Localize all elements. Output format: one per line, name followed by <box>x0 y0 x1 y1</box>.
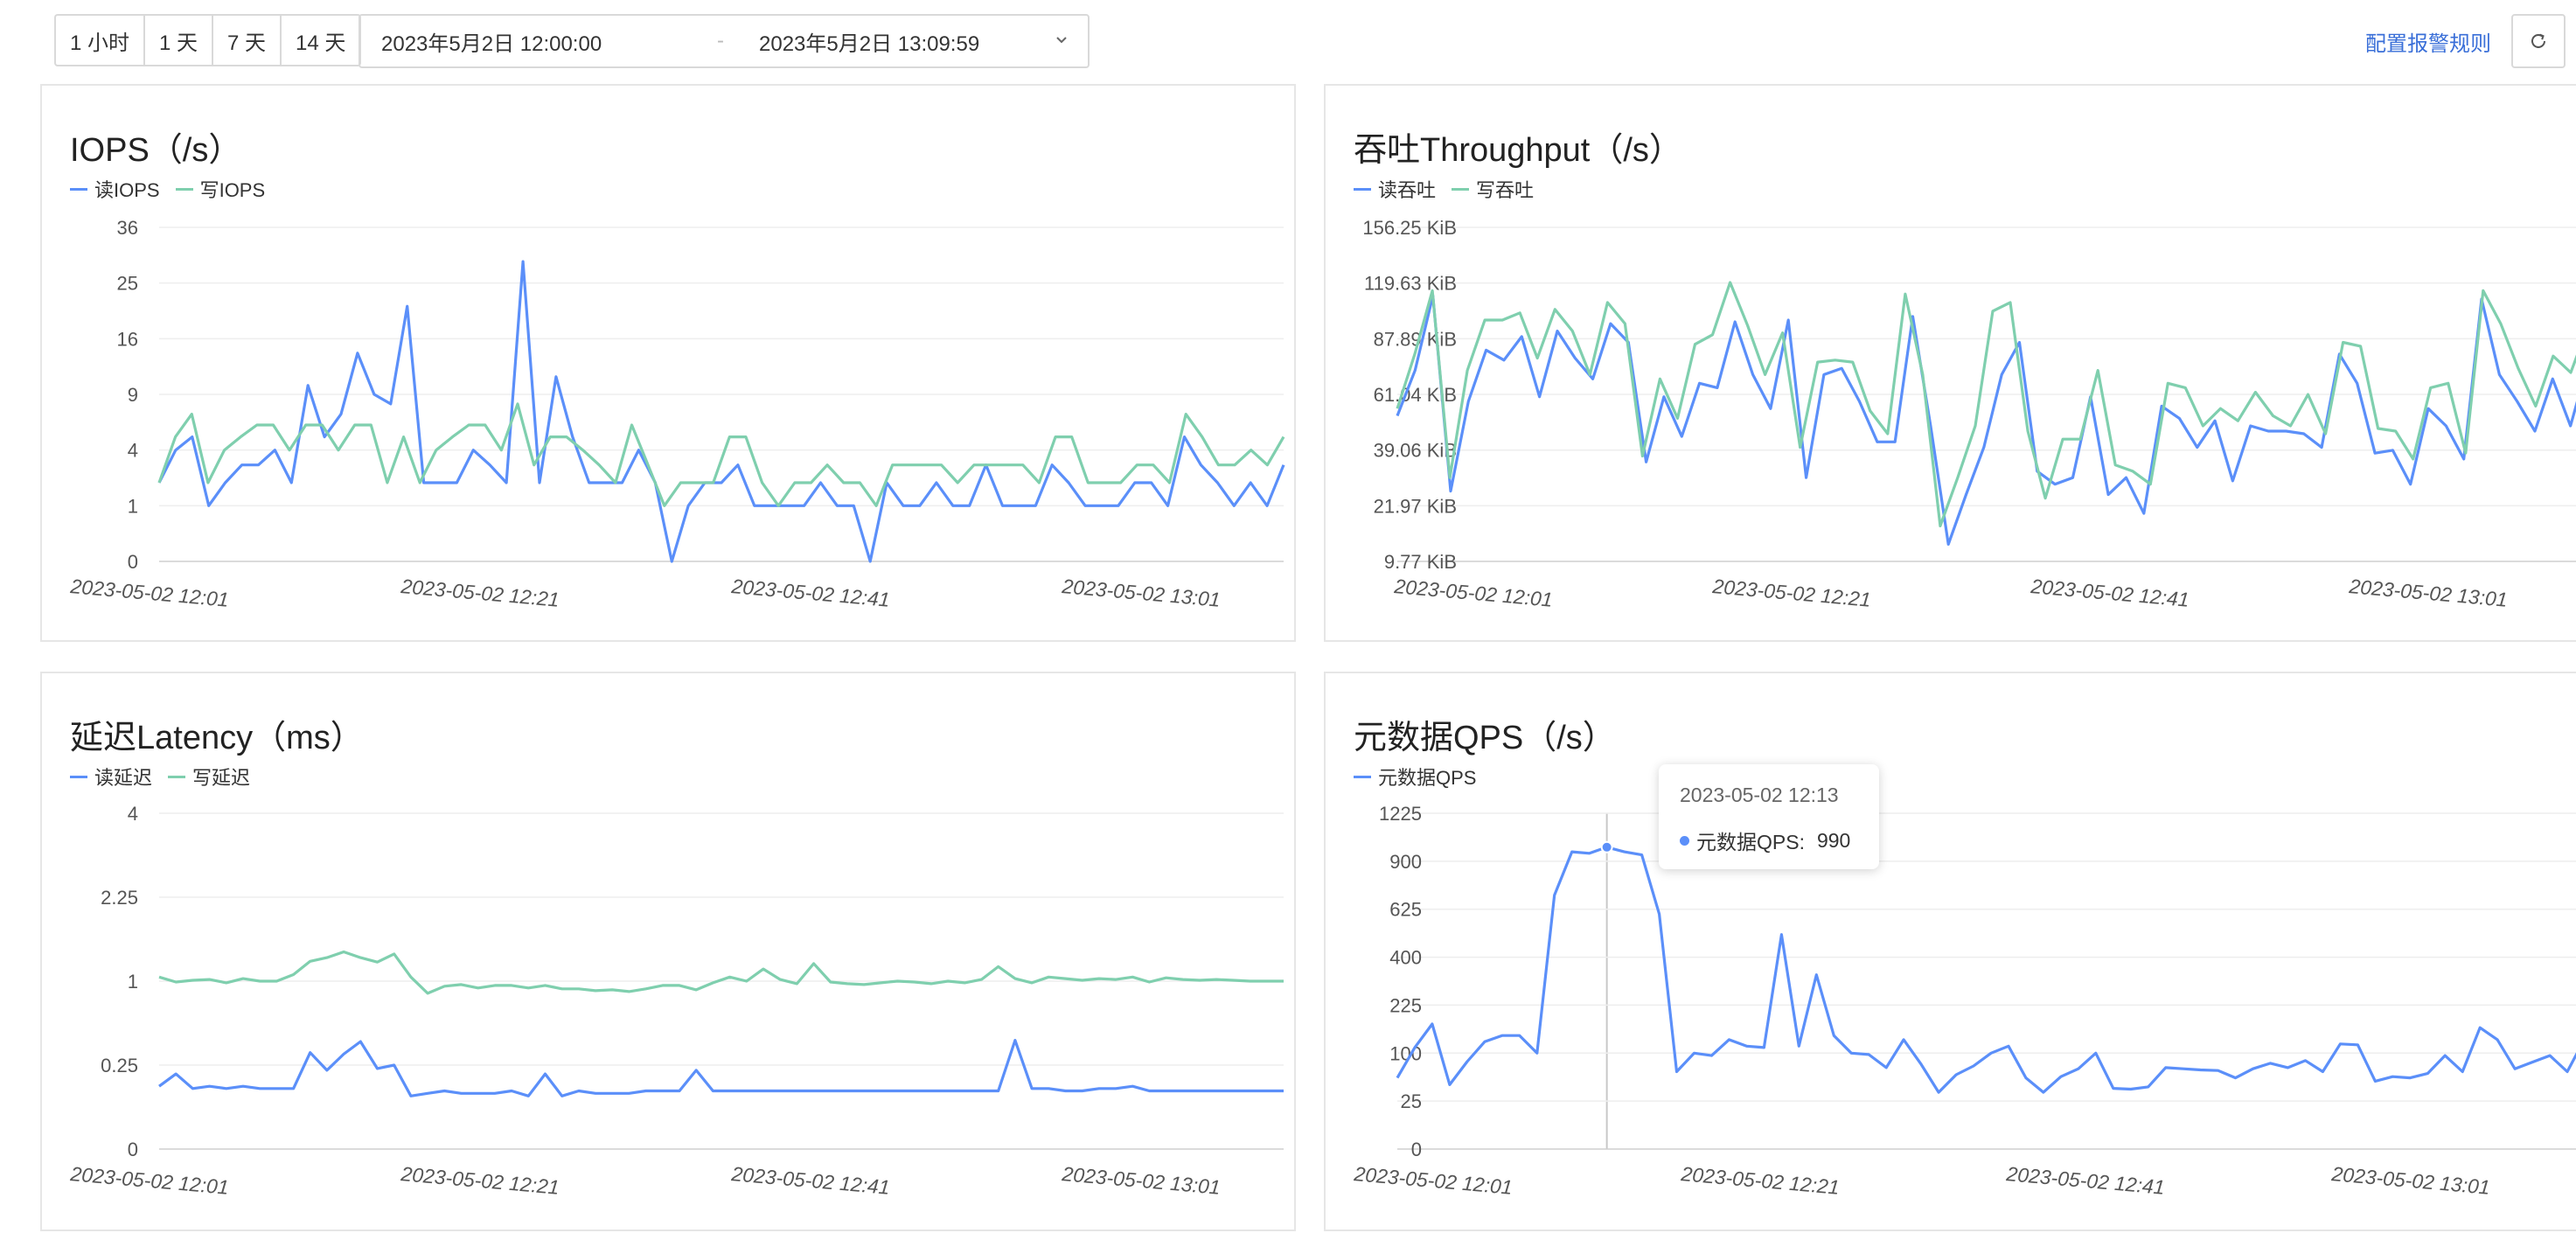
series-line-1 <box>158 1039 1284 1097</box>
x-tick-label: 2023-05-02 13:01 <box>2330 1162 2491 1199</box>
y-tick-label: 0 <box>1411 1139 1422 1160</box>
x-tick-label: 2023-05-02 12:41 <box>730 575 891 611</box>
range-button-14d[interactable]: 14 天 <box>280 14 362 66</box>
y-tick-label: 625 <box>1389 899 1422 921</box>
y-tick-label: 21.97 KiB <box>1374 495 1457 517</box>
range-button-1d[interactable]: 1 天 <box>143 14 212 66</box>
y-tick-label: 9.77 KiB <box>1384 551 1457 573</box>
time-range-toolbar: 1 小时 1 天 7 天 14 天 <box>54 14 362 68</box>
y-tick-label: 87.89 KiB <box>1374 328 1457 350</box>
x-tick-label: 2023-05-02 12:21 <box>1680 1162 1841 1199</box>
y-tick-label: 900 <box>1389 851 1422 873</box>
y-tick-label: 4 <box>128 803 138 825</box>
date-separator: - <box>717 29 724 52</box>
date-range-picker[interactable]: 2023年5月2日 12:00:00 - 2023年5月2日 13:09:59 <box>359 14 1090 68</box>
x-tick-label: 2023-05-02 12:01 <box>1393 575 1554 611</box>
y-tick-label: 25 <box>117 273 138 295</box>
y-tick-label: 0 <box>128 1139 138 1160</box>
x-tick-label: 2023-05-02 12:41 <box>2029 575 2190 611</box>
y-tick-label: 25 <box>1401 1090 1422 1112</box>
metadata-qps-panel: 元数据QPS（/s） 元数据QPS 0 25 100 225 400 625 900 1225… <box>1324 672 2576 1231</box>
x-tick-label: 2023-05-02 12:41 <box>2005 1162 2166 1199</box>
y-tick-label: 119.63 KiB <box>1364 273 1457 295</box>
y-tick-label: 156.25 KiB <box>1362 217 1457 239</box>
tooltip-marker <box>1680 835 1689 846</box>
iops-panel: IOPS（/s） 读IOPS 写IOPS 0 1 4 9 16 25 36 2023-05-0… <box>40 84 1296 642</box>
tooltip-label: 元数据QPS: <box>1696 831 1805 853</box>
x-tick-label: 2023-05-02 12:01 <box>69 575 230 611</box>
range-button-1h[interactable]: 1 小时 <box>54 14 144 66</box>
throughput-chart: 9.77 KiB 21.97 KiB 39.06 KiB 61.04 KiB 87.89… <box>1362 217 2576 611</box>
y-tick-label: 2.25 <box>101 887 138 909</box>
chevron-down-icon[interactable] <box>1053 31 1070 49</box>
y-tick-label: 36 <box>117 217 138 239</box>
y-tick-label: 0 <box>128 551 138 573</box>
y-tick-label: 1 <box>128 971 138 993</box>
y-tick-label: 39.06 KiB <box>1374 440 1457 462</box>
configure-alarm-rules-link[interactable]: 配置报警规则 <box>2365 26 2491 57</box>
tooltip-time: 2023-05-02 12:13 <box>1680 784 1839 806</box>
hover-point <box>1600 840 1613 853</box>
y-tick-label: 0.25 <box>101 1055 138 1076</box>
x-tick-label: 2023-05-02 13:01 <box>2348 575 2509 611</box>
chart-tooltip: 2023-05-02 12:13 元数据QPS: 990 <box>1659 764 1879 869</box>
iops-chart: 0 1 4 9 16 25 36 2023-05-02 12:01 2023-05-02 12:… <box>69 217 1285 611</box>
series-line-2 <box>157 402 1285 507</box>
series-line-1 <box>157 260 1285 563</box>
refresh-button[interactable] <box>2511 14 2566 68</box>
metadata-qps-chart: 02510022540062590012252023-05-02 12:01 20… <box>1353 803 2576 1199</box>
x-tick-label: 2023-05-02 12:41 <box>730 1162 891 1199</box>
y-tick-label: 1225 <box>1379 803 1422 825</box>
range-button-7d[interactable]: 7 天 <box>212 14 281 66</box>
x-tick-label: 2023-05-02 13:01 <box>1061 575 1222 611</box>
x-tick-label: 2023-05-02 12:21 <box>400 575 560 611</box>
refresh-icon <box>2531 33 2545 48</box>
y-tick-label: 9 <box>128 384 138 406</box>
tooltip-row: 元数据QPS: 990 <box>1680 825 1850 855</box>
x-tick-label: 2023-05-02 12:21 <box>400 1162 560 1199</box>
series-line-1 <box>1396 846 2576 1094</box>
latency-panel: 延迟Latency（ms） 读延迟 写延迟 0 0.25 1 2.25 4 2023-05… <box>40 672 1296 1231</box>
series-line-2 <box>1396 281 2576 527</box>
x-tick-label: 2023-05-02 12:01 <box>1353 1162 1514 1199</box>
start-time[interactable]: 2023年5月2日 12:00:00 <box>381 26 602 57</box>
y-tick-label: 4 <box>128 440 138 462</box>
y-tick-label: 1 <box>128 495 138 517</box>
y-tick-label: 16 <box>117 328 138 350</box>
x-tick-label: 2023-05-02 12:01 <box>69 1162 230 1199</box>
x-tick-label: 2023-05-02 12:21 <box>1711 575 1872 611</box>
latency-chart: 0 0.25 1 2.25 4 2023-05-02 12:01 2023-05-02 12… <box>69 803 1284 1199</box>
x-tick-label: 2023-05-02 13:01 <box>1061 1162 1222 1199</box>
throughput-panel: 吞吐Throughput（/s） 读吞吐 写吞吐 9.77 KiB 21.97 K… <box>1324 84 2576 642</box>
y-tick-label: 61.04 KiB <box>1374 384 1457 406</box>
y-tick-label: 225 <box>1389 994 1422 1016</box>
series-line-2 <box>158 950 1284 995</box>
end-time[interactable]: 2023年5月2日 13:09:59 <box>759 26 979 57</box>
tooltip-value: 990 <box>1816 828 1851 852</box>
y-tick-label: 400 <box>1389 947 1422 969</box>
